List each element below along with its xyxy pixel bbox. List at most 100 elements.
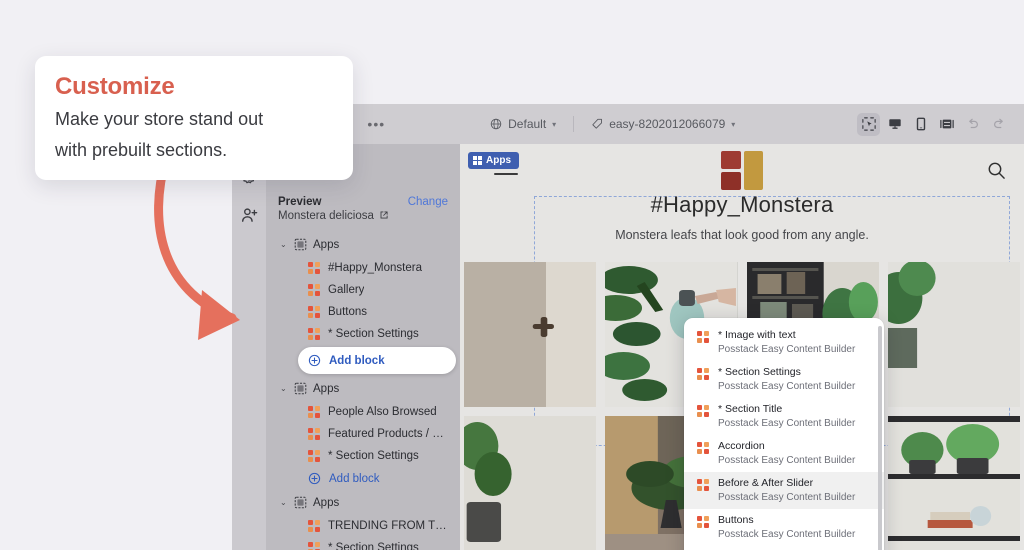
sections-sidebar: 066079 oduct Preview Change Monstera del… xyxy=(266,144,460,550)
posstack-block-icon xyxy=(308,450,320,462)
sidebar-group-label: Apps xyxy=(313,238,340,251)
block-type-item[interactable]: Before & After Slider Posstack Easy Conte… xyxy=(684,472,884,509)
add-block-label: Add block xyxy=(329,472,380,485)
grid-icon xyxy=(473,156,482,165)
section-icon xyxy=(294,382,307,395)
sidebar-block-item[interactable]: Featured Products / Collecti... xyxy=(266,423,460,445)
add-block-button[interactable]: Add block xyxy=(298,347,456,374)
more-options-button[interactable]: ••• xyxy=(361,115,391,133)
gallery-photo[interactable] xyxy=(887,416,1020,550)
sidebar-block-item[interactable]: * Section Settings xyxy=(266,537,460,550)
callout-body-line-2: with prebuilt sections. xyxy=(55,140,228,160)
redo-button[interactable] xyxy=(987,113,1010,136)
sidebar-block-label: * Section Settings xyxy=(328,450,419,462)
block-type-title: * Section Title xyxy=(718,403,783,415)
preview-row: Preview Change xyxy=(278,196,448,208)
block-type-item[interactable]: * Section Settings Posstack Easy Content … xyxy=(684,361,884,398)
block-type-title: Before & After Slider xyxy=(718,477,814,489)
external-link-icon xyxy=(379,210,389,222)
sidebar-block-item[interactable]: * Section Settings xyxy=(266,323,460,345)
change-preview-link[interactable]: Change xyxy=(408,196,448,208)
preview-label: Preview xyxy=(278,196,322,208)
callout-card: Customize Make your store stand out with… xyxy=(35,56,353,180)
posstack-block-icon xyxy=(697,479,709,491)
posstack-block-icon xyxy=(697,405,709,417)
page-selector-label: easy-8202012066079 xyxy=(609,117,726,131)
search-icon[interactable] xyxy=(987,161,1006,185)
posstack-block-icon xyxy=(697,442,709,454)
desktop-view-icon[interactable] xyxy=(883,113,906,136)
sidebar-group-label: Apps xyxy=(313,382,340,395)
sidebar-block-item[interactable]: TRENDING FROM THE BLOG xyxy=(266,515,460,537)
apps-section-badge[interactable]: Apps xyxy=(468,152,519,169)
sidebar-group-apps[interactable]: ⌄ Apps xyxy=(266,232,460,257)
chevron-down-icon[interactable]: ⌄ xyxy=(280,240,288,249)
posstack-block-icon xyxy=(697,331,709,343)
chevron-down-icon[interactable]: ⌄ xyxy=(280,384,288,393)
block-type-item[interactable]: Buttons Posstack Easy Content Builder xyxy=(684,509,884,546)
gallery-photo[interactable] xyxy=(464,416,597,550)
block-type-subtitle: Posstack Easy Content Builder xyxy=(718,529,856,540)
plus-circle-icon xyxy=(308,472,321,485)
gallery-photo[interactable] xyxy=(887,262,1020,407)
block-type-item[interactable]: * Image with text Posstack Easy Content B… xyxy=(684,324,884,361)
chevron-down-icon[interactable]: ⌄ xyxy=(280,498,288,507)
block-type-title: Accordion xyxy=(718,440,765,452)
block-type-list: * Image with text Posstack Easy Content B… xyxy=(684,318,884,550)
sidebar-block-label: * Section Settings xyxy=(328,542,419,550)
fullwidth-view-icon[interactable] xyxy=(935,113,958,136)
dropdown-scrollbar[interactable] xyxy=(878,326,882,550)
section-icon xyxy=(294,238,307,251)
sidebar-block-item[interactable]: #Happy_Monstera xyxy=(266,257,460,279)
select-tool-icon[interactable] xyxy=(857,112,880,136)
sidebar-group-apps[interactable]: ⌄ Apps xyxy=(266,376,460,401)
chevron-down-icon: ▾ xyxy=(552,119,557,129)
sections-tree: ⌄ Apps #Happy_Monstera Gallery Buttons * Sect… xyxy=(266,232,460,550)
sidebar-block-label: Featured Products / Collecti... xyxy=(328,428,450,440)
sidebar-block-label: Gallery xyxy=(328,284,365,296)
page-selector[interactable]: easy-8202012066079 ▾ xyxy=(582,113,744,135)
toolbar-center-group: Default ▾ easy-8202012066079 ▾ xyxy=(481,113,744,135)
sidebar-block-label: #Happy_Monstera xyxy=(328,262,422,274)
block-type-item[interactable]: * Section Title Posstack Easy Content Bui… xyxy=(684,398,884,435)
hero-subtitle: Monstera leafs that look good from any a… xyxy=(615,228,869,242)
add-block-button[interactable]: Add block xyxy=(266,467,460,490)
preview-value[interactable]: Monstera deliciosa xyxy=(278,210,448,222)
block-type-subtitle: Posstack Easy Content Builder xyxy=(718,381,856,392)
posstack-block-icon xyxy=(308,428,320,440)
posstack-block-icon xyxy=(308,520,320,532)
section-icon xyxy=(294,496,307,509)
mobile-view-icon[interactable] xyxy=(909,113,932,136)
posstack-block-icon xyxy=(308,306,320,318)
posstack-block-icon xyxy=(308,328,320,340)
sidebar-block-item[interactable]: Buttons xyxy=(266,301,460,323)
sidebar-block-item[interactable]: People Also Browsed xyxy=(266,401,460,423)
theme-selector[interactable]: Default ▾ xyxy=(481,113,565,135)
block-type-item[interactable]: CountdownPosstack Easy Content Builder xyxy=(684,546,884,550)
add-block-label: Add block xyxy=(329,354,385,367)
posstack-block-icon xyxy=(697,368,709,380)
apps-section-badge-label: Apps xyxy=(486,155,511,166)
tag-icon xyxy=(592,118,603,129)
globe-icon xyxy=(490,118,502,130)
block-type-item[interactable]: Accordion Posstack Easy Content Builder xyxy=(684,435,884,472)
block-type-subtitle: Posstack Easy Content Builder xyxy=(718,344,856,355)
posstack-block-icon xyxy=(308,262,320,274)
sidebar-block-item[interactable]: * Section Settings xyxy=(266,445,460,467)
undo-button[interactable] xyxy=(961,113,984,136)
sidebar-block-label: Buttons xyxy=(328,306,367,318)
chevron-down-icon: ▾ xyxy=(731,119,736,129)
block-type-subtitle: Posstack Easy Content Builder xyxy=(718,418,856,429)
hero-title: #Happy_Monstera xyxy=(650,192,834,217)
sidebar-group-apps[interactable]: ⌄ Apps xyxy=(266,490,460,515)
sidebar-block-item[interactable]: Gallery xyxy=(266,279,460,301)
add-block-dropdown: * Image with text Posstack Easy Content B… xyxy=(684,318,884,550)
gallery-photo[interactable] xyxy=(464,262,597,407)
add-person-icon[interactable] xyxy=(240,206,258,224)
block-type-title: * Section Settings xyxy=(718,366,801,378)
toolbar-right-group xyxy=(857,112,1024,136)
toolbar-divider xyxy=(573,116,575,132)
sidebar-block-label: People Also Browsed xyxy=(328,406,437,418)
sidebar-block-label: * Section Settings xyxy=(328,328,419,340)
preview-value-label: Monstera deliciosa xyxy=(278,210,374,222)
